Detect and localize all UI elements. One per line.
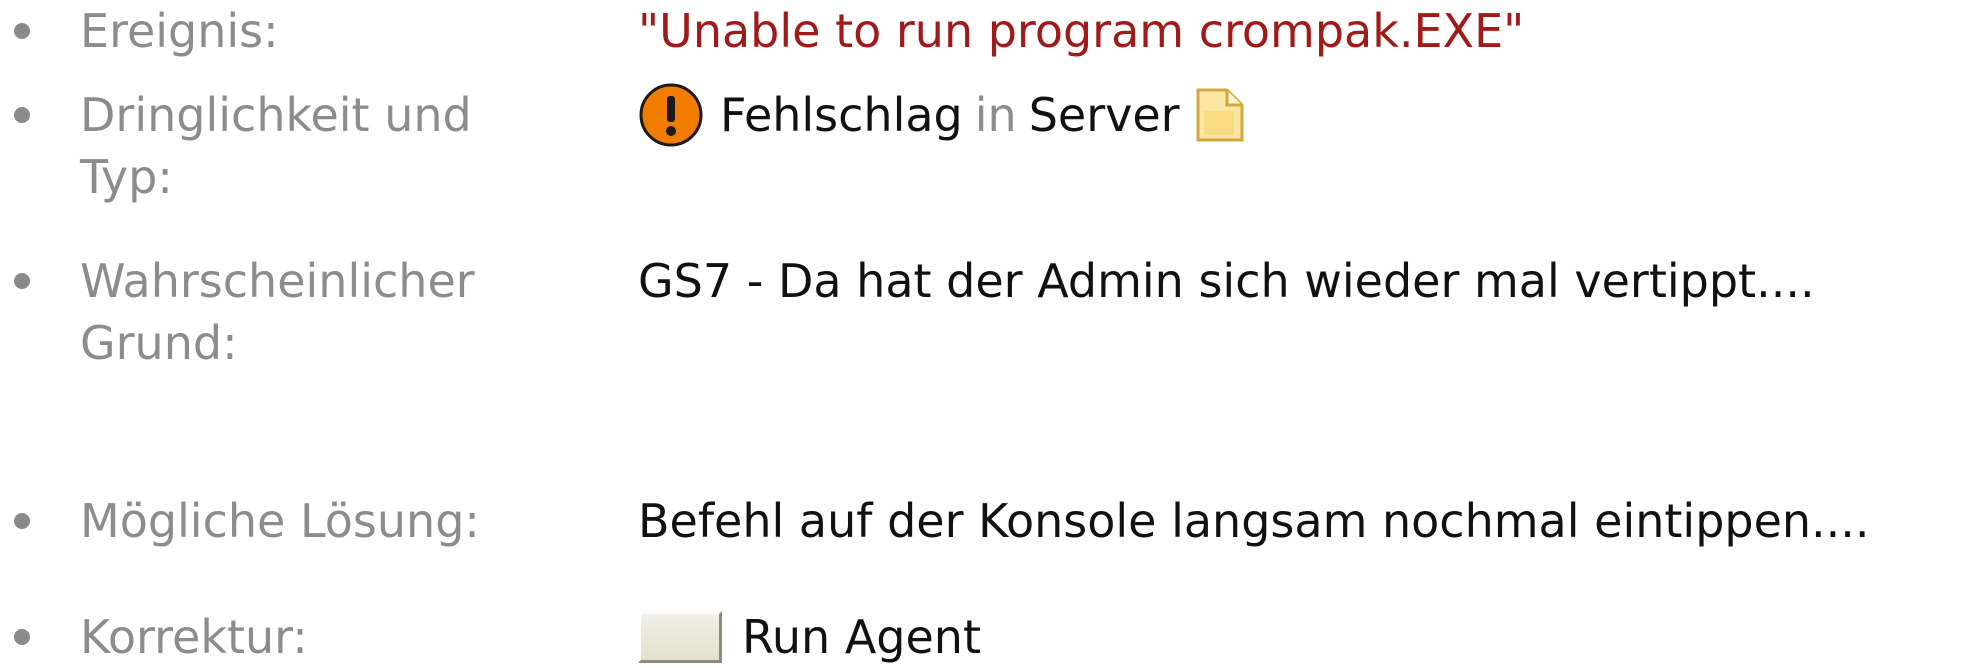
bullet-icon xyxy=(14,23,30,39)
possible-solution-value: Befehl auf der Konsole langsam nochmal e… xyxy=(638,494,1870,548)
document-icon[interactable] xyxy=(1194,87,1246,143)
severity-type-label: Dringlichkeit und Typ: xyxy=(80,88,472,204)
bullet-icon xyxy=(14,513,30,529)
bullet-icon xyxy=(14,273,30,289)
event-label: Ereignis: xyxy=(80,4,279,58)
probable-cause-label: Wahrscheinlicher Grund: xyxy=(80,254,475,370)
possible-solution-label: Mögliche Lösung: xyxy=(80,494,480,548)
correction-label: Korrektur: xyxy=(80,610,308,664)
probable-cause-value: GS7 - Da hat der Admin sich wieder mal v… xyxy=(638,254,1815,308)
detail-row-event: Ereignis: "Unable to run program crompak… xyxy=(0,0,1966,62)
detail-row-probable-cause: Wahrscheinlicher Grund: GS7 - Da hat der… xyxy=(0,250,1966,374)
severity-text: Fehlschlag xyxy=(720,88,963,142)
bullet-icon xyxy=(14,107,30,123)
severity-type-value: Fehlschlag in Server xyxy=(638,82,1966,148)
bullet-icon xyxy=(14,629,30,645)
detail-row-possible-solution: Mögliche Lösung: Befehl auf der Konsole … xyxy=(0,490,1966,552)
severity-joiner-text: in xyxy=(974,88,1017,142)
correction-value: Run Agent xyxy=(638,606,1966,668)
run-agent-link[interactable]: Run Agent xyxy=(742,606,981,668)
event-value: "Unable to run program crompak.EXE" xyxy=(638,4,1525,58)
warning-exclamation-icon xyxy=(638,82,704,148)
run-agent-button-icon[interactable] xyxy=(638,611,722,663)
detail-row-severity-type: Dringlichkeit und Typ: Fehlschlag in Ser… xyxy=(0,82,1966,208)
detail-row-correction: Korrektur: Run Agent xyxy=(0,606,1966,668)
type-text: Server xyxy=(1028,88,1180,142)
